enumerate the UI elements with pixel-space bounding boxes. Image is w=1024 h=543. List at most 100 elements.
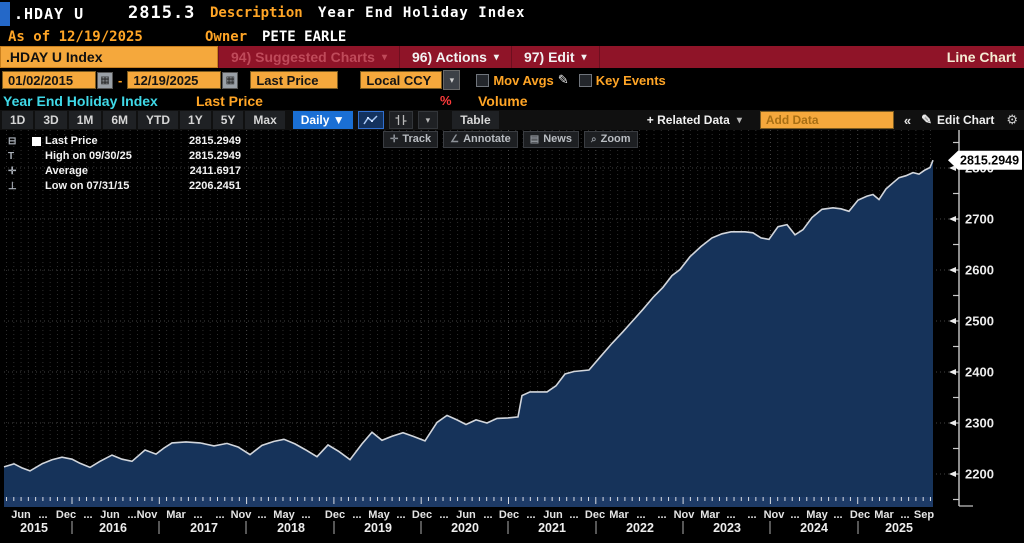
y-axis-label: 2300 [965,416,994,431]
range-controls: 01/02/2015 ▦ - 12/19/2025 ▦ Last Price L… [0,68,1024,92]
menu-actions[interactable]: 96) Actions ▾ [400,46,512,68]
tree-expand-icon[interactable]: ⊟ [6,134,32,149]
currency-select[interactable]: Local CCY [360,71,442,89]
menu-suggested-charts[interactable]: 94) Suggested Charts ▾ [218,46,400,68]
collapse-panel-button[interactable]: « [904,113,911,128]
track-button[interactable]: ✛ Track [383,131,438,148]
news-button[interactable]: ▤ News [523,131,579,148]
track-icon: ✛ [390,132,398,147]
x-tick-label: Sep [914,509,934,521]
percent-toggle[interactable]: % [440,93,452,108]
period-6m-button[interactable]: 6M [103,111,136,129]
x-tick-label: Dec [56,509,76,521]
chart-tools: ✛ Track ∠ Annotate ▤ News ⌕ Zoom [383,131,638,148]
period-3d-button[interactable]: 3D [35,111,66,129]
x-tick-label: May [368,509,390,521]
chevron-down-icon: ▾ [737,115,742,126]
chevron-down-icon[interactable]: ▾ [443,70,460,90]
x-tick-label: Dec [850,509,870,521]
annotate-icon: ∠ [450,132,459,147]
edit-chart-button[interactable]: ✎ Edit Chart [921,112,994,128]
x-year-label: 2024 [800,521,828,535]
field-select[interactable]: Last Price [250,71,338,89]
key-events-checkbox[interactable] [579,74,592,87]
volume-toggle[interactable]: Volume [478,93,528,109]
legend-low[interactable]: ⊥ Low on 07/31/15 2206.2451 [6,179,254,194]
legend-average[interactable]: ✛ Average 2411.6917 [6,164,254,179]
title-bar: .HDAY U 2815.3 Description Year End Holi… [0,0,1024,28]
menu-edit[interactable]: 97) Edit ▾ [512,46,600,68]
date-to-input[interactable]: 12/19/2025 [127,71,221,89]
mov-avgs-checkbox[interactable] [476,74,489,87]
y-axis-label: 2600 [965,263,994,278]
x-tick-label: Jun [456,509,476,521]
x-tick-label: ... [833,509,842,521]
high-marker-icon: T [6,149,32,164]
x-tick-label: ... [657,509,666,521]
x-tick-label: ... [38,509,47,521]
x-tick-label: ... [569,509,578,521]
x-tick-label: Jun [543,509,563,521]
table-button[interactable]: Table [452,111,498,129]
x-tick-label: ... [439,509,448,521]
owner-value: PETE EARLE [262,29,346,45]
related-data-button[interactable]: + Related Data ▾ [647,113,742,127]
x-tick-label: ... [301,509,310,521]
period-1d-button[interactable]: 1D [2,111,33,129]
owner-label: Owner [205,29,247,45]
y-axis-label: 2200 [965,467,994,482]
calendar-icon[interactable]: ▦ [97,72,113,89]
period-1m-button[interactable]: 1M [69,111,102,129]
last-price: 2815.3 [128,3,195,23]
y-axis-label: 2800 [965,161,994,176]
description-value: Year End Holiday Index [318,5,525,21]
chevron-down-icon: ▾ [494,52,499,63]
description-label: Description [210,5,303,21]
menu-bar: .HDAY U Index 94) Suggested Charts ▾ 96)… [0,46,1024,68]
x-tick-label: ... [747,509,756,521]
x-tick-label: Mar [700,509,720,521]
candlestick-icon [394,114,408,126]
chart-type-dropdown[interactable]: ▾ [418,111,439,129]
x-tick-label: Nov [137,509,159,521]
period-5y-button[interactable]: 5Y [213,111,244,129]
frequency-select[interactable]: Daily ▼ [293,111,353,129]
panel-marker [0,2,10,26]
period-max-button[interactable]: Max [245,111,284,129]
calendar-icon[interactable]: ▦ [222,72,238,89]
last-price-tag-value: 2815.2949 [960,154,1019,168]
x-tick-label: ... [396,509,405,521]
x-tick-label: Jun [100,509,120,521]
y-axis-label: 2400 [965,365,994,380]
x-year-label: 2025 [885,521,913,535]
x-tick-label: Mar [609,509,629,521]
news-icon: ▤ [530,132,539,147]
gear-icon[interactable]: ⚙ [1006,112,1018,128]
x-tick-label: Nov [231,509,253,521]
legend-last-price[interactable]: ⊟ Last Price 2815.2949 [6,134,254,149]
x-tick-label: Dec [412,509,432,521]
add-data-input[interactable]: Add Data [760,111,894,129]
x-tick-label: ... [790,509,799,521]
chart-toolbar: 1D 3D 1M 6M YTD 1Y 5Y Max Daily ▼ ▾ Tabl… [0,110,1024,130]
x-year-label: 2022 [626,521,654,535]
pencil-icon: ✎ [921,112,932,128]
legend-high[interactable]: T High on 09/30/25 2815.2949 [6,149,254,164]
x-tick-label: ... [726,509,735,521]
period-1y-button[interactable]: 1Y [180,111,211,129]
pencil-icon[interactable]: ✎ [558,72,569,88]
security-input[interactable]: .HDAY U Index [0,46,218,68]
date-from-input[interactable]: 01/02/2015 [2,71,96,89]
x-tick-label: ... [83,509,92,521]
chart-subheader: Year End Holiday Index Last Price % Volu… [0,92,1024,110]
x-tick-label: Dec [325,509,345,521]
bar-chart-type-button[interactable] [389,111,413,129]
line-chart-type-button[interactable] [358,111,384,129]
y-axis-label: 2700 [965,212,994,227]
zoom-button[interactable]: ⌕ Zoom [584,131,638,148]
chevron-down-icon: ▾ [382,52,387,63]
annotate-button[interactable]: ∠ Annotate [443,131,518,148]
x-tick-label: ... [483,509,492,521]
mov-avgs-label: Mov Avgs [493,73,553,88]
period-ytd-button[interactable]: YTD [138,111,178,129]
